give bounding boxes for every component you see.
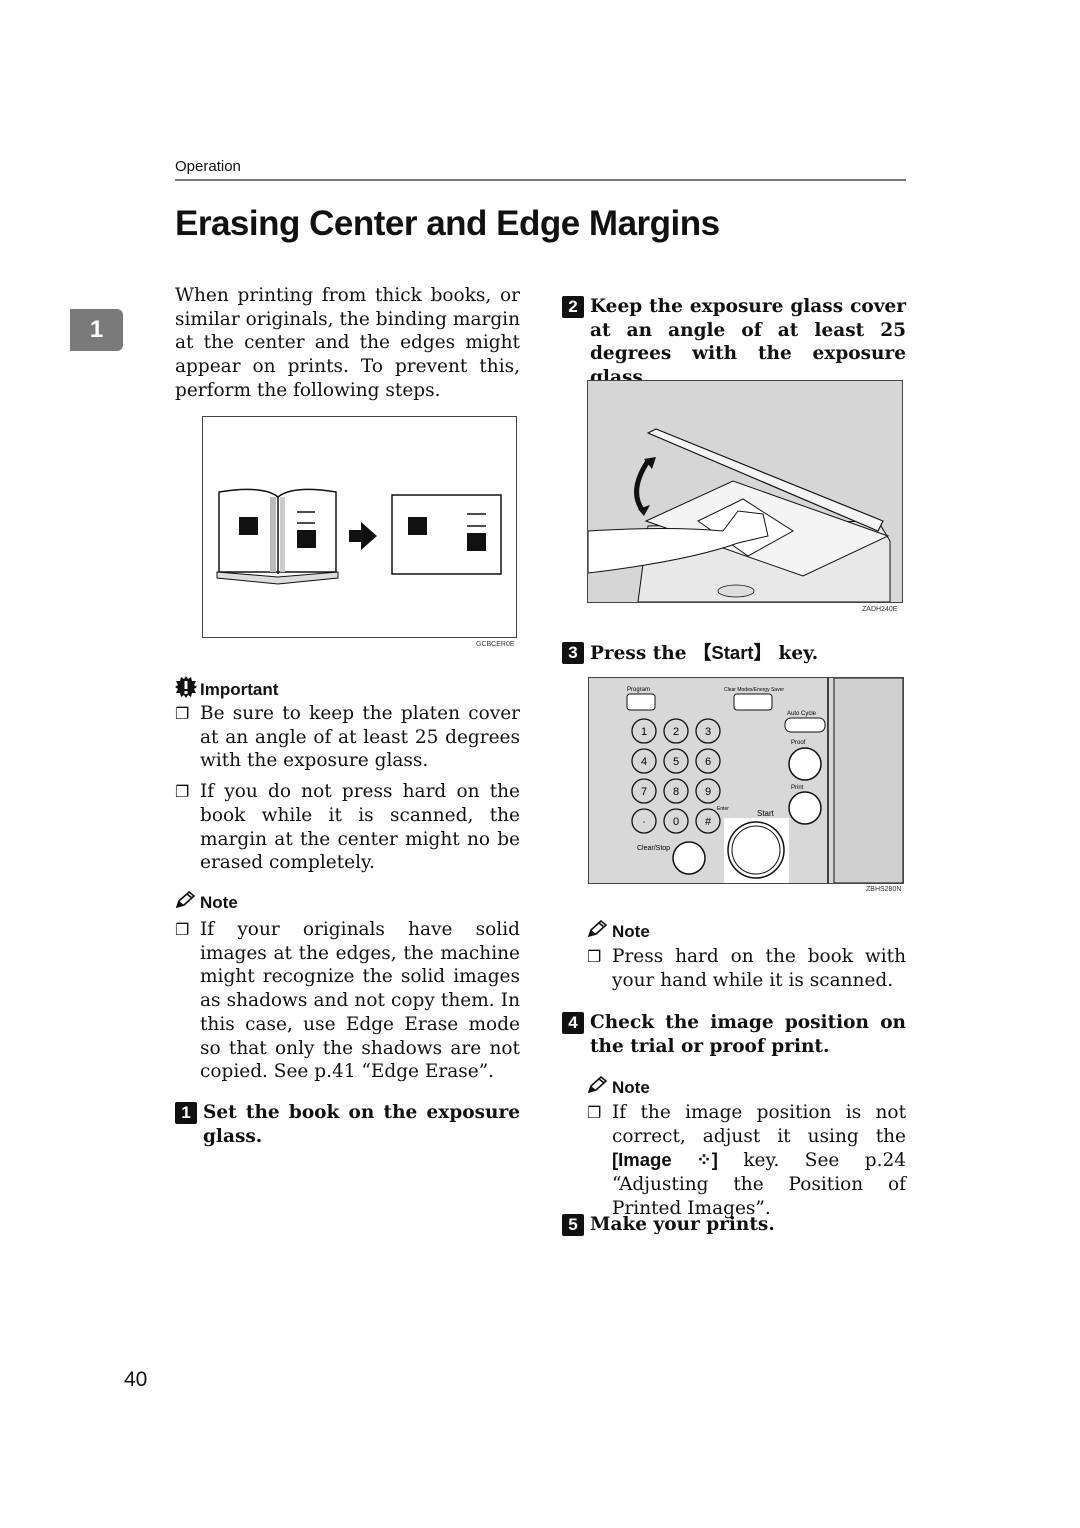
printed-page-icon [391,494,502,575]
page-title: Erasing Center and Edge Margins [175,204,720,243]
keypad-key-label: 2 [673,726,679,738]
step-3: 3 Press the 【Start】 key. [562,641,906,666]
arrow-right-icon [349,522,377,550]
chapter-tab: 1 [70,309,123,351]
important-icon [175,676,197,703]
open-book-icon [216,488,339,585]
book-to-print-illustration [216,488,502,585]
note-list: ❐ Press hard on the book with your hand w… [587,945,906,992]
note-label: Note [612,1077,650,1097]
keypad-key-label: 8 [673,786,679,798]
clear-modes-key [733,693,773,711]
checkbox-bullet-icon: ❐ [587,947,602,966]
running-header: Operation [175,158,241,175]
numeric-keypad: 1 2 3 4 5 6 7 8 9 · 0 # [631,718,721,834]
auto-cycle-key [784,717,826,733]
auto-cycle-label: Auto Cycle [787,711,817,717]
pencil-icon [587,919,609,943]
checkbox-bullet-icon: ❐ [587,1103,602,1122]
keypad-key-label: 0 [673,816,679,828]
program-key [626,693,656,711]
pencil-icon [587,1075,609,1099]
keypad-key-label: 6 [705,756,711,768]
program-label: Program [627,687,650,693]
copier-figure [587,380,903,603]
proof-label: Proof [791,740,806,746]
figure-code: GCBCER0E [476,641,515,648]
copier-cover-illustration [587,428,891,603]
step-5: 5 Make your prints. [562,1213,906,1237]
keypad-key-label: · [642,816,646,828]
note-heading: Note [175,890,238,914]
step-4: 4 Check the image position on the trial … [562,1011,906,1058]
note-item: ❐ If your originals have solid images at … [175,919,520,1083]
print-label: Print [791,785,804,791]
keypad-key-label: # [705,816,712,828]
note-heading: Note [587,1075,650,1099]
step-2: 2 Keep the exposure glass cover at an an… [562,295,906,390]
control-panel-illustration: 1 2 3 4 5 6 7 8 9 · 0 # Program Clear Modes/Energy … [626,677,904,884]
note-list: ❐ If your originals have solid images at … [175,918,520,1084]
curved-arrow-icon [634,459,651,513]
keypad-key-label: 9 [705,786,711,798]
image-key-label: [Image ⁘] [612,1149,718,1171]
step-number-badge: 5 [562,1214,584,1236]
step-number-badge: 4 [562,1012,584,1034]
important-item: ❐ If you do not press hard on the book wh… [175,781,520,874]
print-key [788,791,822,825]
figure-code: ZADH240E [862,606,898,613]
keypad-key-label: 3 [705,726,711,738]
step-number-badge: 1 [175,1102,197,1124]
control-panel-figure: 1 2 3 4 5 6 7 8 9 · 0 # Program Clear Modes/Energy … [588,677,904,884]
note-heading: Note [587,919,650,943]
note-list: ❐ If the image position is not correct, a… [587,1101,906,1221]
important-heading: Important [175,676,278,703]
note-item: ❐ If the image position is not correct, a… [587,1102,906,1219]
clear-stop-label: Clear/Stop [637,845,670,852]
header-divider [175,179,906,181]
step-number-badge: 3 [562,642,584,664]
keypad-key-label: 7 [641,786,647,798]
important-label: Important [200,679,279,699]
important-list: ❐ Be sure to keep the platen cover at an … [175,702,520,875]
keypad-key-label: 5 [673,756,679,768]
note-label: Note [200,892,238,912]
checkbox-bullet-icon: ❐ [175,920,190,939]
clear-modes-label: Clear Modes/Energy Saver [724,687,784,693]
keypad-key-label: 1 [641,726,647,738]
book-erase-figure [202,416,517,638]
checkbox-bullet-icon: ❐ [175,782,190,802]
proof-key [788,747,822,781]
important-item: ❐ Be sure to keep the platen cover at an … [175,703,520,772]
start-label: Start [757,809,775,818]
clear-stop-key [672,841,706,875]
checkbox-bullet-icon: ❐ [175,704,190,723]
note-item: ❐ Press hard on the book with your hand w… [587,946,906,991]
pencil-icon [175,890,197,914]
enter-label: Enter [717,806,729,812]
step-1: 1 Set the book on the exposure glass. [175,1101,520,1148]
note-label: Note [612,921,650,941]
intro-paragraph: When printing from thick books, or simil… [175,285,520,401]
step-number-badge: 2 [562,296,584,318]
page-number: 40 [124,1368,148,1391]
keypad-key-label: 4 [641,756,647,768]
start-key-label: 【Start】 [692,642,773,663]
figure-code: ZBHS280N [866,886,902,893]
